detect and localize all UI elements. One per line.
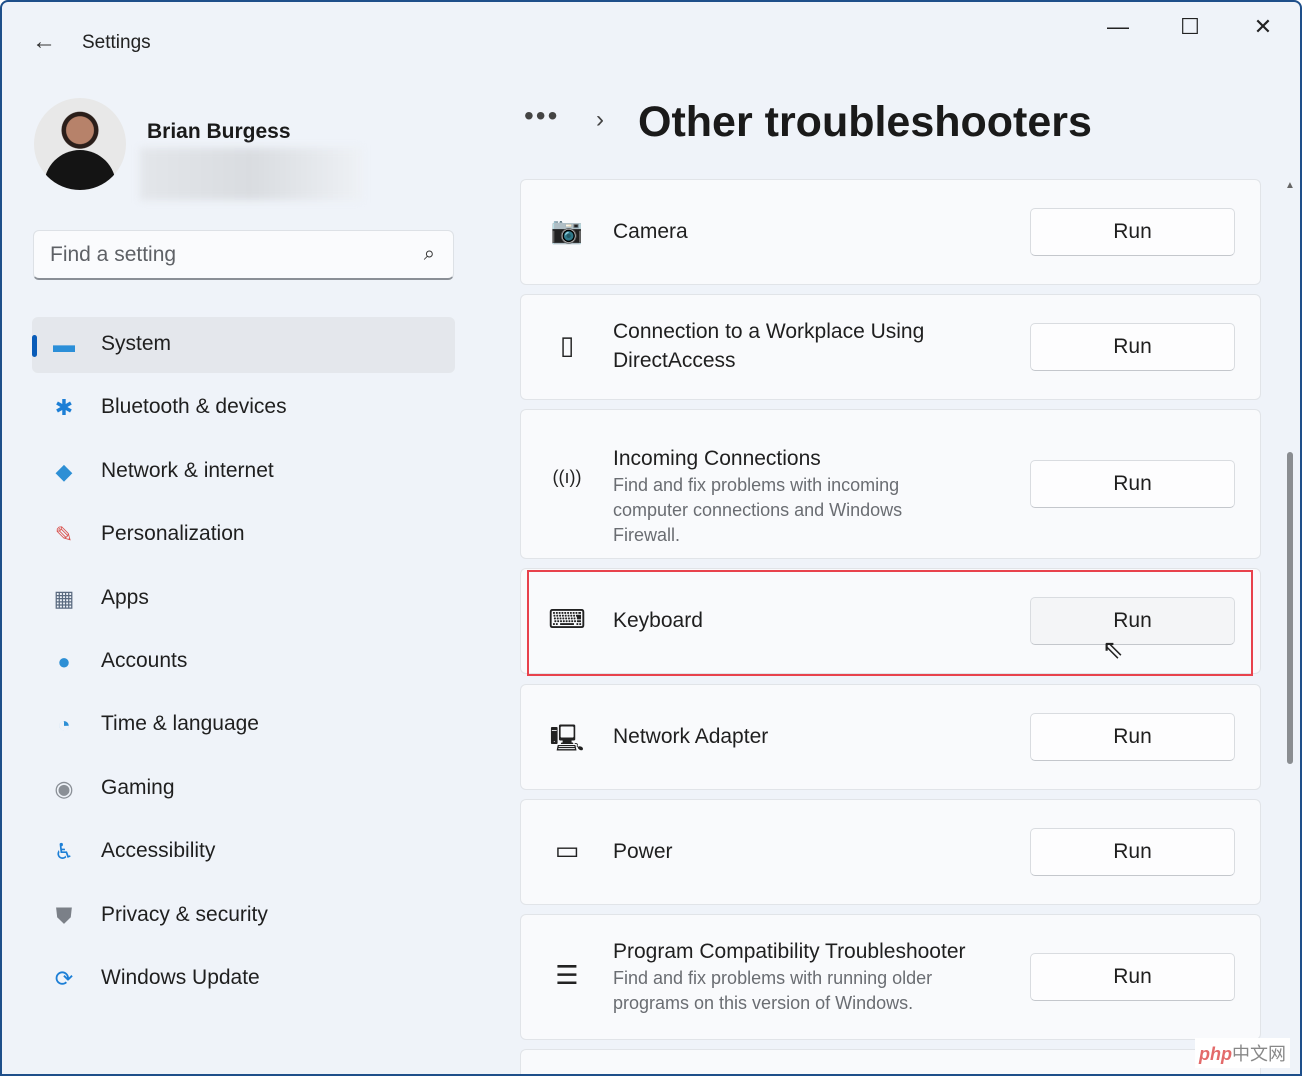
sidebar-item-accessibility[interactable]: ♿ Accessibility: [32, 824, 455, 880]
sidebar-item-windows-update[interactable]: ⟳ Windows Update: [32, 951, 455, 1007]
troubleshooter-card: 🖳 Network Adapter Run: [520, 684, 1261, 790]
battery-icon: ▭: [547, 835, 587, 866]
search-icon[interactable]: ⌕: [424, 243, 435, 266]
sidebar-icon: ✎: [50, 521, 78, 549]
sidebar-icon: ✱: [50, 394, 78, 422]
run-button[interactable]: Run: [1030, 323, 1235, 371]
sidebar-item-label: System: [101, 332, 171, 356]
troubleshooter-title: Power: [613, 837, 973, 866]
sidebar-item-label: Accessibility: [101, 839, 215, 863]
maximize-button[interactable]: ☐: [1170, 14, 1210, 40]
sidebar-item-privacy-security[interactable]: ⛊ Privacy & security: [32, 888, 455, 944]
minimize-button[interactable]: —: [1098, 14, 1138, 40]
sidebar-item-personalization[interactable]: ✎ Personalization: [32, 507, 455, 563]
sidebar-item-label: Windows Update: [101, 966, 260, 990]
selected-indicator: [32, 335, 37, 357]
troubleshooter-card: ((ı)) Incoming ConnectionsFind and fix pr…: [520, 409, 1261, 559]
list-icon: ☰: [547, 960, 587, 991]
sidebar-icon: ♿: [50, 838, 78, 866]
troubleshooter-card: [520, 1049, 1261, 1076]
troubleshooter-card: ▯ Connection to a Workplace Using DirectA…: [520, 294, 1261, 400]
troubleshooter-title: Camera: [613, 217, 973, 246]
window-title: Settings: [82, 32, 151, 54]
sidebar-icon: ▦: [50, 585, 78, 613]
troubleshooter-card: 📷 Camera Run: [520, 179, 1261, 285]
settings-window: ← Settings — ☐ ✕ Brian Burgess Find a se…: [0, 0, 1302, 1076]
sidebar-item-label: Apps: [101, 586, 149, 610]
sidebar-item-label: Privacy & security: [101, 903, 268, 927]
sidebar-icon: ⟳: [50, 965, 78, 993]
close-button[interactable]: ✕: [1243, 14, 1283, 40]
sidebar-item-system[interactable]: ▬ System: [32, 317, 455, 373]
sidebar-item-label: Network & internet: [101, 459, 274, 483]
phone-icon: ▯: [547, 330, 587, 361]
watermark: php中文网: [1195, 1038, 1290, 1068]
page-title: Other troubleshooters: [638, 98, 1092, 147]
sidebar-item-label: Gaming: [101, 776, 175, 800]
troubleshooter-card: ☰ Program Compatibility TroubleshooterFin…: [520, 914, 1261, 1040]
mouse-cursor-icon: ⇖: [1102, 634, 1124, 665]
sidebar-item-bluetooth-devices[interactable]: ✱ Bluetooth & devices: [32, 380, 455, 436]
scroll-up-icon[interactable]: ▲: [1285, 180, 1295, 191]
sidebar-item-label: Personalization: [101, 522, 245, 546]
sidebar-icon: ●: [50, 648, 78, 676]
scrollbar-thumb[interactable]: [1287, 452, 1293, 764]
troubleshooter-title: Program Compatibility TroubleshooterFind…: [613, 937, 973, 1016]
network-adapter-icon: 🖳: [547, 720, 587, 764]
sidebar-icon: ◉: [50, 775, 78, 803]
sidebar-icon: ◆: [50, 458, 78, 486]
run-button[interactable]: Run: [1030, 953, 1235, 1001]
sidebar-icon: ▬: [50, 331, 78, 359]
sidebar-item-apps[interactable]: ▦ Apps: [32, 571, 455, 627]
sidebar-item-accounts[interactable]: ● Accounts: [32, 634, 455, 690]
search-placeholder: Find a setting: [50, 243, 176, 267]
sidebar-icon: ◔: [50, 711, 78, 739]
user-name: Brian Burgess: [147, 120, 291, 144]
troubleshooter-description: Find and fix problems with running older…: [613, 966, 973, 1016]
avatar[interactable]: [34, 98, 126, 190]
antenna-icon: ((ı)): [547, 467, 587, 488]
troubleshooter-description: Find and fix problems with incoming comp…: [613, 473, 973, 548]
blurred-email: [140, 148, 362, 200]
back-arrow-icon[interactable]: ←: [32, 28, 56, 56]
sidebar-item-gaming[interactable]: ◉ Gaming: [32, 761, 455, 817]
run-button[interactable]: Run: [1030, 460, 1235, 508]
sidebar-item-label: Time & language: [101, 712, 259, 736]
chevron-right-icon: ›: [596, 106, 604, 134]
run-button[interactable]: Run: [1030, 208, 1235, 256]
sidebar-item-label: Bluetooth & devices: [101, 395, 287, 419]
highlight-box: [527, 570, 1253, 676]
troubleshooter-title: Incoming ConnectionsFind and fix problem…: [613, 444, 973, 548]
search-input[interactable]: Find a setting ⌕: [33, 230, 454, 280]
camera-icon: 📷: [547, 215, 587, 246]
troubleshooter-card: ▭ Power Run: [520, 799, 1261, 905]
run-button[interactable]: Run: [1030, 713, 1235, 761]
sidebar-item-time-language[interactable]: ◔ Time & language: [32, 697, 455, 753]
sidebar-item-network-internet[interactable]: ◆ Network & internet: [32, 444, 455, 500]
breadcrumb-more[interactable]: •••: [524, 100, 559, 132]
sidebar-icon: ⛊: [50, 902, 78, 930]
sidebar-item-label: Accounts: [101, 649, 187, 673]
troubleshooter-title: Network Adapter: [613, 722, 973, 751]
run-button[interactable]: Run: [1030, 828, 1235, 876]
troubleshooter-title: Connection to a Workplace Using DirectAc…: [613, 317, 973, 375]
